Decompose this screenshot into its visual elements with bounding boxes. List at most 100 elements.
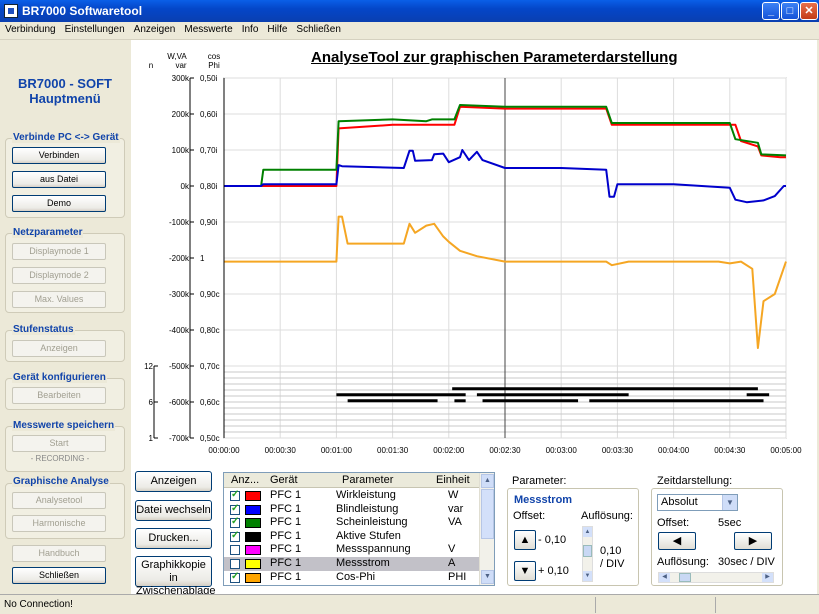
- header-device[interactable]: Gerät: [270, 474, 298, 486]
- sidebar-close-button[interactable]: Schließen: [12, 567, 106, 584]
- color-swatch[interactable]: [245, 531, 261, 542]
- y-tick-power: -100k: [169, 218, 190, 227]
- resolution-scrollbar[interactable]: ▲ ▼: [582, 526, 593, 582]
- slider-thumb[interactable]: [679, 573, 691, 582]
- scroll-thumb[interactable]: [481, 489, 494, 539]
- brand-subtitle: Hauptmenü: [29, 91, 101, 106]
- color-swatch[interactable]: [245, 572, 261, 583]
- group-connect-title: Verbinde PC <-> Gerät: [12, 132, 120, 143]
- menu-anzeigen[interactable]: Anzeigen: [129, 22, 180, 35]
- header-show[interactable]: Anz...: [231, 474, 259, 486]
- color-swatch[interactable]: [245, 504, 261, 515]
- resolution-value: 0,10: [600, 545, 622, 557]
- analysetool-button[interactable]: Analysetool: [12, 492, 106, 509]
- axis-n-header: n: [149, 61, 153, 70]
- show-checkbox[interactable]: [230, 530, 240, 542]
- minimize-button[interactable]: _: [762, 2, 780, 20]
- time-offset-left-button[interactable]: ◀: [658, 532, 696, 550]
- max-values-button[interactable]: Max. Values: [12, 291, 106, 308]
- res-down-icon[interactable]: ▼: [583, 571, 592, 581]
- y-tick-cos: 0,70c: [200, 362, 220, 371]
- from-file-button[interactable]: aus Datei: [12, 171, 106, 188]
- scroll-up-icon[interactable]: ▲: [481, 474, 494, 488]
- group-config-title: Gerät konfigurieren: [12, 372, 107, 383]
- list-item[interactable]: PFC 1 Aktive Stufen: [224, 530, 480, 544]
- displaymode2-button[interactable]: Displaymode 2: [12, 267, 106, 284]
- slider-left-icon[interactable]: ◀: [659, 573, 670, 582]
- color-swatch[interactable]: [245, 491, 261, 501]
- y-tick-power: 100k: [172, 146, 190, 155]
- x-tick: 00:02:00: [433, 446, 465, 455]
- slider-right-icon[interactable]: ▶: [762, 573, 773, 582]
- maximize-button[interactable]: □: [781, 2, 799, 20]
- show-checkbox[interactable]: [230, 489, 240, 501]
- device-cell: PFC 1: [270, 529, 302, 542]
- demo-button[interactable]: Demo: [12, 195, 106, 212]
- manual-button[interactable]: Handbuch: [12, 545, 106, 562]
- displaymode1-button[interactable]: Displaymode 1: [12, 243, 106, 260]
- offset-up-button[interactable]: ▲: [514, 530, 536, 550]
- menu-verbindung[interactable]: Verbindung: [0, 22, 60, 35]
- time-mode-select[interactable]: Absolut ▼: [657, 494, 738, 511]
- parameter-cell: Blindleistung: [336, 502, 399, 515]
- res-thumb[interactable]: [583, 545, 592, 557]
- harmonics-button[interactable]: Harmonische: [12, 515, 106, 532]
- time-offset-right-button[interactable]: ▶: [734, 532, 772, 550]
- show-checkbox[interactable]: [230, 571, 240, 583]
- y-tick-power: -400k: [169, 326, 190, 335]
- steps-show-button[interactable]: Anzeigen: [12, 340, 106, 357]
- start-recording-button[interactable]: Start: [12, 435, 106, 452]
- menu-info[interactable]: Info: [237, 22, 263, 35]
- list-item[interactable]: PFC 1 Messspannung V: [224, 543, 480, 557]
- arrow-right-icon: ▶: [748, 535, 758, 547]
- offset-down-button[interactable]: ▼: [514, 561, 536, 581]
- arrow-up-icon: ▲: [519, 534, 531, 546]
- parameter-cell: Scheinleistung: [336, 516, 408, 529]
- close-window-button[interactable]: ✕: [800, 2, 818, 20]
- menu-schliessen[interactable]: Schließen: [291, 22, 344, 35]
- y-tick-cos: 0,50c: [200, 434, 220, 443]
- change-file-button[interactable]: Datei wechseln: [135, 500, 212, 521]
- plot-area[interactable]: [223, 77, 787, 439]
- color-swatch[interactable]: [245, 559, 261, 569]
- menu-messwerte[interactable]: Messwerte: [179, 22, 236, 35]
- brand: BR7000 - SOFT Hauptmenü: [0, 76, 130, 106]
- show-checkbox[interactable]: [230, 516, 240, 529]
- show-button[interactable]: Anzeigen: [135, 471, 212, 492]
- parameter-cell: Messstrom: [336, 557, 390, 569]
- list-item[interactable]: PFC 1 Wirkleistung W: [224, 489, 480, 503]
- list-item[interactable]: PFC 1 Messstrom A: [224, 557, 480, 571]
- menu-bar: Verbindung Einstellungen Anzeigen Messwerte…: [0, 22, 819, 40]
- show-checkbox[interactable]: [230, 545, 240, 556]
- unit-cell: A: [448, 557, 456, 569]
- list-item[interactable]: PFC 1 Blindleistung var: [224, 503, 480, 517]
- header-unit[interactable]: Einheit: [436, 474, 470, 486]
- menu-hilfe[interactable]: Hilfe: [262, 22, 291, 35]
- list-item[interactable]: PFC 1 Cos-Phi PHI: [224, 571, 480, 585]
- copy-clipboard-button[interactable]: Graphikkopie in Zwischenablage: [135, 556, 216, 597]
- chevron-down-icon[interactable]: ▼: [722, 495, 737, 510]
- list-item[interactable]: PFC 1 Scheinleistung VA: [224, 516, 480, 530]
- print-button[interactable]: Drucken...: [135, 528, 212, 549]
- list-scrollbar[interactable]: ▲ ▼: [479, 473, 494, 585]
- parameter-panel: Messstrom Offset: Auflösung: ▲ - 0,10 ▼ …: [507, 488, 639, 586]
- y-tick-n: 12: [144, 362, 153, 371]
- time-resolution-slider[interactable]: ◀ ▶: [658, 572, 774, 583]
- parameter-list[interactable]: Anz... Gerät Parameter Einheit PFC 1 Wirk…: [223, 472, 495, 586]
- res-up-icon[interactable]: ▲: [583, 527, 592, 537]
- x-tick: 00:03:00: [546, 446, 578, 455]
- connect-button[interactable]: Verbinden: [12, 147, 106, 164]
- scroll-down-icon[interactable]: ▼: [481, 570, 494, 584]
- device-cell: PFC 1: [270, 570, 302, 583]
- color-swatch[interactable]: [245, 518, 261, 529]
- x-tick: 00:05:00: [770, 446, 802, 455]
- show-checkbox[interactable]: [230, 503, 240, 515]
- menu-einstellungen[interactable]: Einstellungen: [60, 22, 129, 35]
- unit-cell: PHI: [448, 570, 467, 583]
- title-bar: BR7000 Softwaretool _ □ ✕: [0, 0, 819, 22]
- show-checkbox[interactable]: [230, 559, 240, 569]
- color-swatch[interactable]: [245, 545, 261, 556]
- list-header: Anz... Gerät Parameter Einheit: [224, 473, 480, 488]
- config-edit-button[interactable]: Bearbeiten: [12, 387, 106, 404]
- header-parameter[interactable]: Parameter: [342, 474, 393, 486]
